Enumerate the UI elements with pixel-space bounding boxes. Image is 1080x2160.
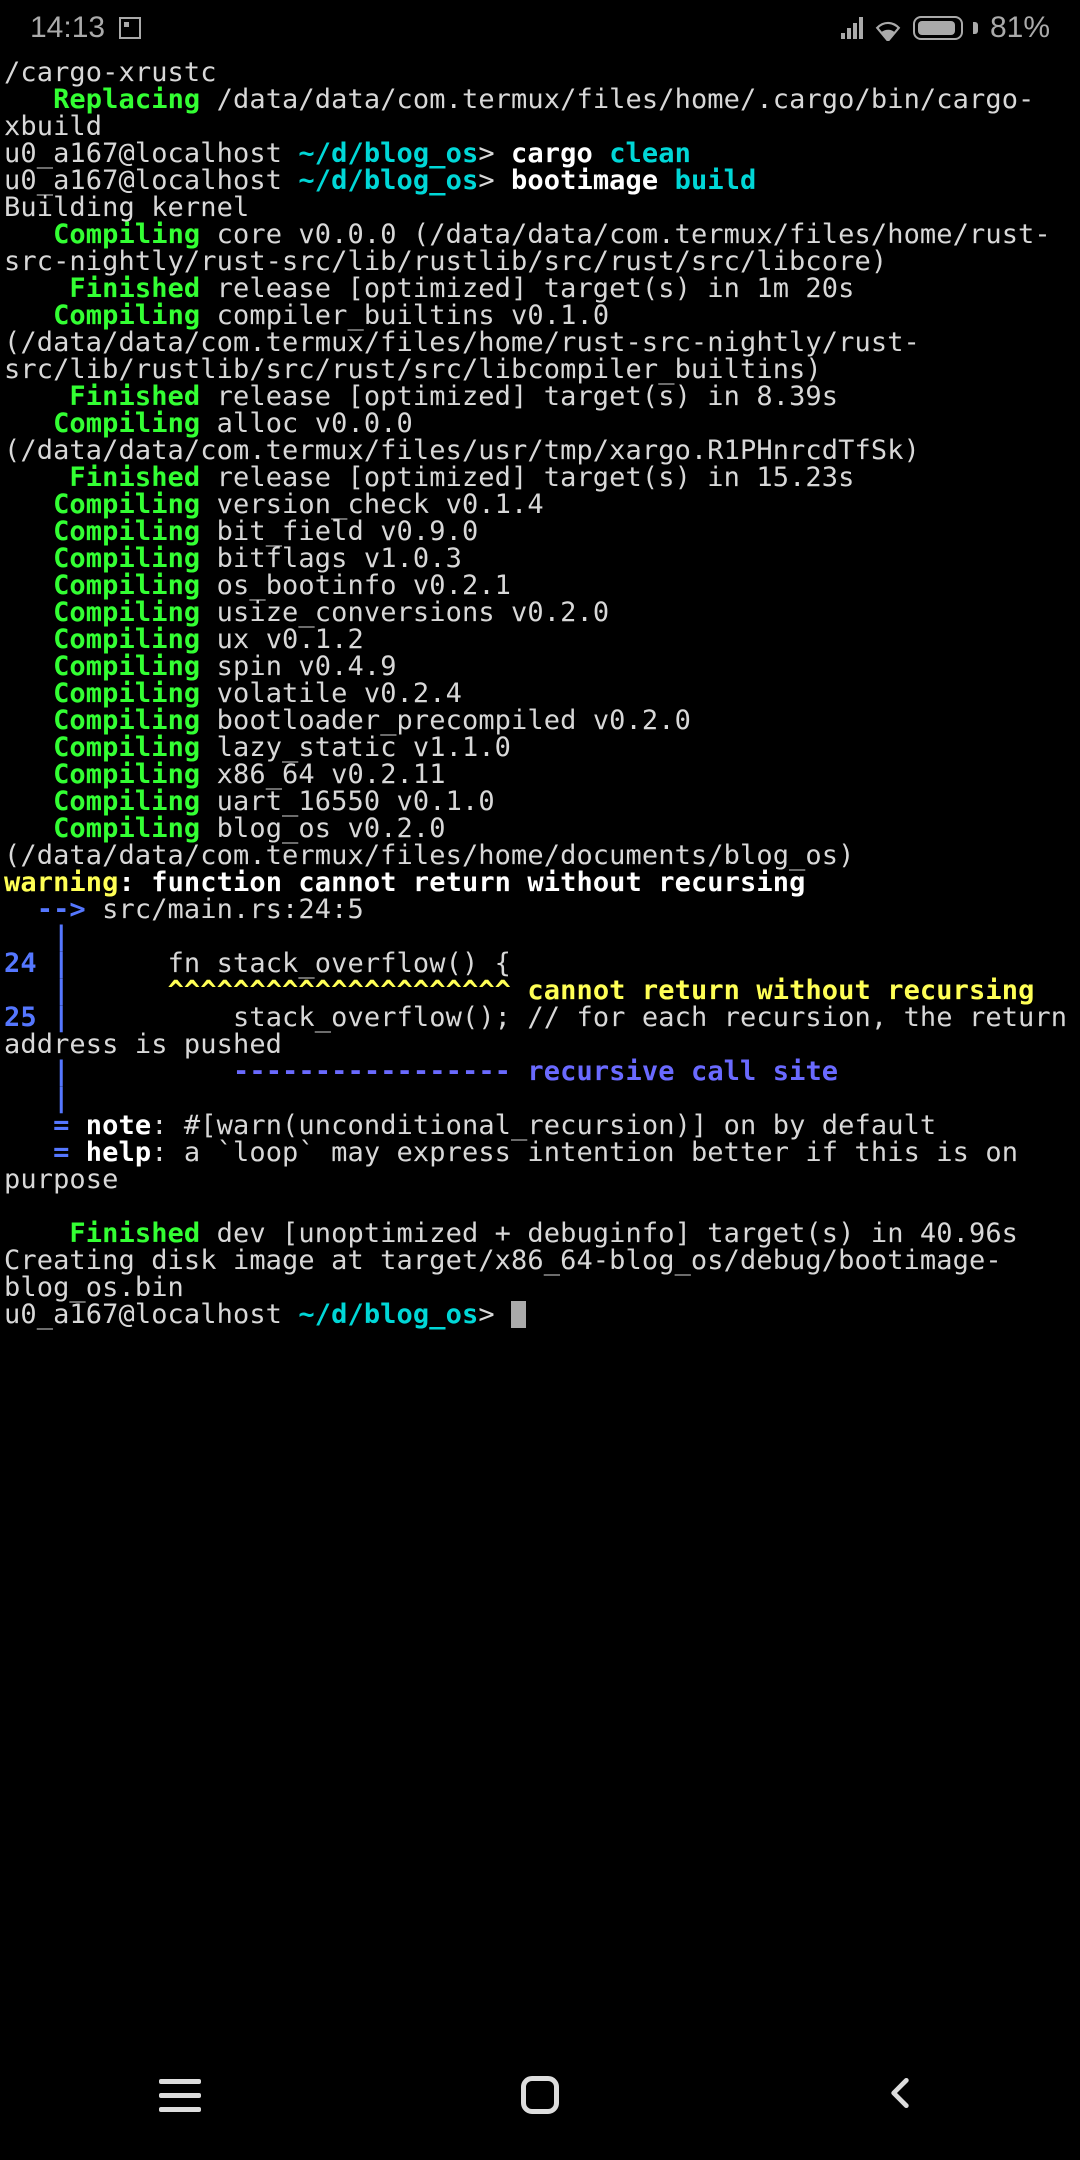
prompt-path: ~/d/blog_os (298, 1299, 478, 1330)
terminal[interactable]: /cargo-xrustc Replacing /data/data/com.t… (0, 55, 1080, 1332)
dash-message: recursive call site (527, 1056, 838, 1087)
wifi-icon (875, 17, 901, 39)
battery-icon (913, 16, 963, 40)
back-button[interactable] (875, 2070, 925, 2120)
cmd-arg: build (675, 165, 757, 196)
prompt-gt: > (478, 1299, 511, 1330)
status-right: 81% (841, 13, 1050, 43)
battery-percent: 81% (990, 13, 1050, 43)
signal-icon (841, 17, 863, 39)
source-code: stack_overflow(); // for each recursion,… (4, 1002, 1080, 1060)
prompt-user: u0_a167@localhost (4, 1299, 298, 1330)
dash-underline: ----------------- (86, 1056, 528, 1087)
home-button[interactable] (515, 2070, 565, 2120)
status-bar: 14:13 81% (0, 0, 1080, 55)
cmd: bootimage (511, 165, 675, 196)
output-line: Creating disk image at target/x86_64-blo… (4, 1245, 1002, 1303)
prompt-path: ~/d/blog_os (298, 165, 478, 196)
cursor (511, 1301, 526, 1328)
prompt-gt: > (478, 165, 511, 196)
recents-button[interactable] (155, 2070, 205, 2120)
status-left: 14:13 (30, 13, 141, 43)
clock: 14:13 (30, 13, 105, 43)
help-text: : a `loop` may express intention better … (4, 1137, 1034, 1195)
location: src/main.rs:24:5 (102, 894, 364, 925)
navigation-bar (0, 2030, 1080, 2160)
notification-icon (119, 17, 141, 39)
